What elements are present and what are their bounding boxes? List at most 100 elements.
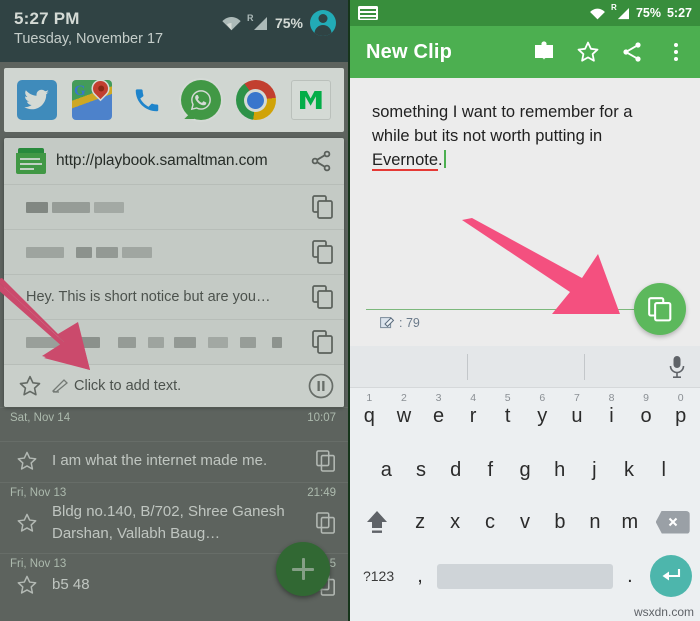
key-label: t: [504, 404, 511, 427]
right-status-bar: R 75% 5:27: [350, 0, 700, 26]
key-c[interactable]: c: [473, 496, 508, 548]
phone-icon[interactable]: [127, 80, 167, 120]
google-maps-icon[interactable]: G: [71, 80, 112, 120]
key-w[interactable]: 2w: [387, 388, 422, 444]
spacebar-surface: [436, 563, 614, 589]
clip-row[interactable]: [4, 229, 344, 274]
copy-icon[interactable]: [312, 285, 334, 309]
key-e[interactable]: 3e: [421, 388, 456, 444]
list-time: 10:07: [307, 412, 336, 424]
key-hint: 5: [504, 392, 511, 404]
key-x[interactable]: x: [438, 496, 473, 548]
key-label: o: [640, 404, 652, 427]
clip-trailing: .: [438, 151, 443, 169]
key-a[interactable]: a: [369, 444, 404, 496]
key-v[interactable]: v: [508, 496, 543, 548]
key-g[interactable]: g: [508, 444, 543, 496]
book-icon[interactable]: [532, 40, 556, 64]
clip-line-2: while but its not worth putting in: [372, 127, 603, 145]
on-screen-keyboard: 1q 2w 3e 4r 5t 6y 7u 8i 9o 0p a s d f g …: [350, 346, 700, 621]
clip-text-content[interactable]: something I want to remember for a while…: [350, 78, 700, 172]
copy-icon[interactable]: [312, 195, 334, 219]
suggestion-divider: [467, 354, 468, 380]
key-label: r: [469, 404, 477, 427]
key-y[interactable]: 6y: [525, 388, 560, 444]
enter-icon: [662, 569, 681, 581]
key-q[interactable]: 1q: [352, 388, 387, 444]
twitter-icon[interactable]: [17, 80, 58, 120]
key-u[interactable]: 7u: [560, 388, 595, 444]
overflow-menu-icon[interactable]: [664, 40, 688, 64]
copy-icon[interactable]: [312, 240, 334, 264]
key-p[interactable]: 0p: [663, 388, 698, 444]
key-z[interactable]: z: [403, 496, 438, 548]
copy-clip-fab[interactable]: [634, 283, 686, 335]
copy-icon[interactable]: [316, 512, 336, 534]
period-key[interactable]: .: [613, 548, 647, 604]
plus-icon: [292, 558, 314, 580]
star-outline-icon[interactable]: [16, 450, 38, 472]
share-icon[interactable]: [620, 40, 644, 64]
shift-key[interactable]: [352, 496, 403, 548]
character-counter: : 79: [380, 316, 420, 330]
list-date-row: Sat, Nov 14 10:07: [0, 407, 348, 426]
medium-icon[interactable]: [290, 80, 331, 120]
screenshot-root: 5:27 PM Tuesday, November 17 R 75% G htt…: [0, 0, 700, 621]
backspace-key[interactable]: [647, 496, 698, 548]
comma-key[interactable]: ,: [403, 548, 437, 604]
right-battery-percent: 75%: [635, 6, 661, 20]
star-outline-icon[interactable]: [16, 512, 38, 534]
key-label: w: [396, 404, 412, 427]
key-o[interactable]: 9o: [629, 388, 664, 444]
key-h[interactable]: h: [542, 444, 577, 496]
right-phone-screen: R 75% 5:27 New Clip something I want to …: [350, 0, 700, 621]
user-avatar-icon[interactable]: [310, 10, 336, 36]
page-title: New Clip: [366, 40, 453, 63]
whatsapp-icon[interactable]: [181, 80, 222, 120]
key-m[interactable]: m: [612, 496, 647, 548]
list-item-text: b5 48: [52, 576, 90, 593]
keyboard-row-3: z x c v b n m: [350, 496, 700, 548]
enter-key-surface: [649, 555, 692, 597]
key-n[interactable]: n: [577, 496, 612, 548]
notification-header[interactable]: http://playbook.samaltman.com: [4, 138, 344, 184]
key-t[interactable]: 5t: [490, 388, 525, 444]
key-k[interactable]: k: [612, 444, 647, 496]
key-i[interactable]: 8i: [594, 388, 629, 444]
chrome-icon[interactable]: [235, 80, 276, 120]
list-item[interactable]: Sat, Nov 14 10:07: [0, 407, 348, 441]
key-j[interactable]: j: [577, 444, 612, 496]
clip-editor[interactable]: something I want to remember for a while…: [350, 78, 700, 346]
annotation-arrow-right: [462, 218, 620, 314]
clip-text: [26, 244, 304, 260]
key-hint: 9: [643, 392, 649, 404]
microphone-icon[interactable]: [668, 355, 686, 379]
wifi-icon: [590, 8, 605, 19]
symbols-key[interactable]: ?123: [354, 548, 403, 604]
copy-icon[interactable]: [316, 450, 336, 472]
pause-circle-icon[interactable]: [308, 373, 334, 399]
clipboard-notes-icon: [16, 148, 46, 174]
star-outline-icon[interactable]: [576, 40, 600, 64]
key-hint: 1: [366, 392, 373, 404]
list-date-row: Fri, Nov 13 21:49: [0, 483, 348, 501]
add-clip-fab[interactable]: [276, 542, 330, 596]
key-label: i: [609, 404, 614, 427]
key-r[interactable]: 4r: [456, 388, 491, 444]
list-date: Fri, Nov 13: [10, 487, 67, 499]
share-icon[interactable]: [308, 149, 334, 173]
key-b[interactable]: b: [542, 496, 577, 548]
annotation-arrow-left: [0, 278, 90, 370]
space-key[interactable]: [436, 548, 614, 604]
copy-icon[interactable]: [312, 330, 334, 354]
suggestion-bar[interactable]: [350, 346, 700, 388]
key-l[interactable]: l: [646, 444, 681, 496]
key-s[interactable]: s: [404, 444, 439, 496]
app-bar-actions: [532, 40, 688, 64]
enter-key[interactable]: [647, 548, 696, 604]
key-f[interactable]: f: [473, 444, 508, 496]
key-d[interactable]: d: [438, 444, 473, 496]
list-item[interactable]: I am what the internet made me.: [0, 441, 348, 482]
star-outline-icon[interactable]: [16, 574, 38, 596]
clip-row[interactable]: [4, 184, 344, 229]
